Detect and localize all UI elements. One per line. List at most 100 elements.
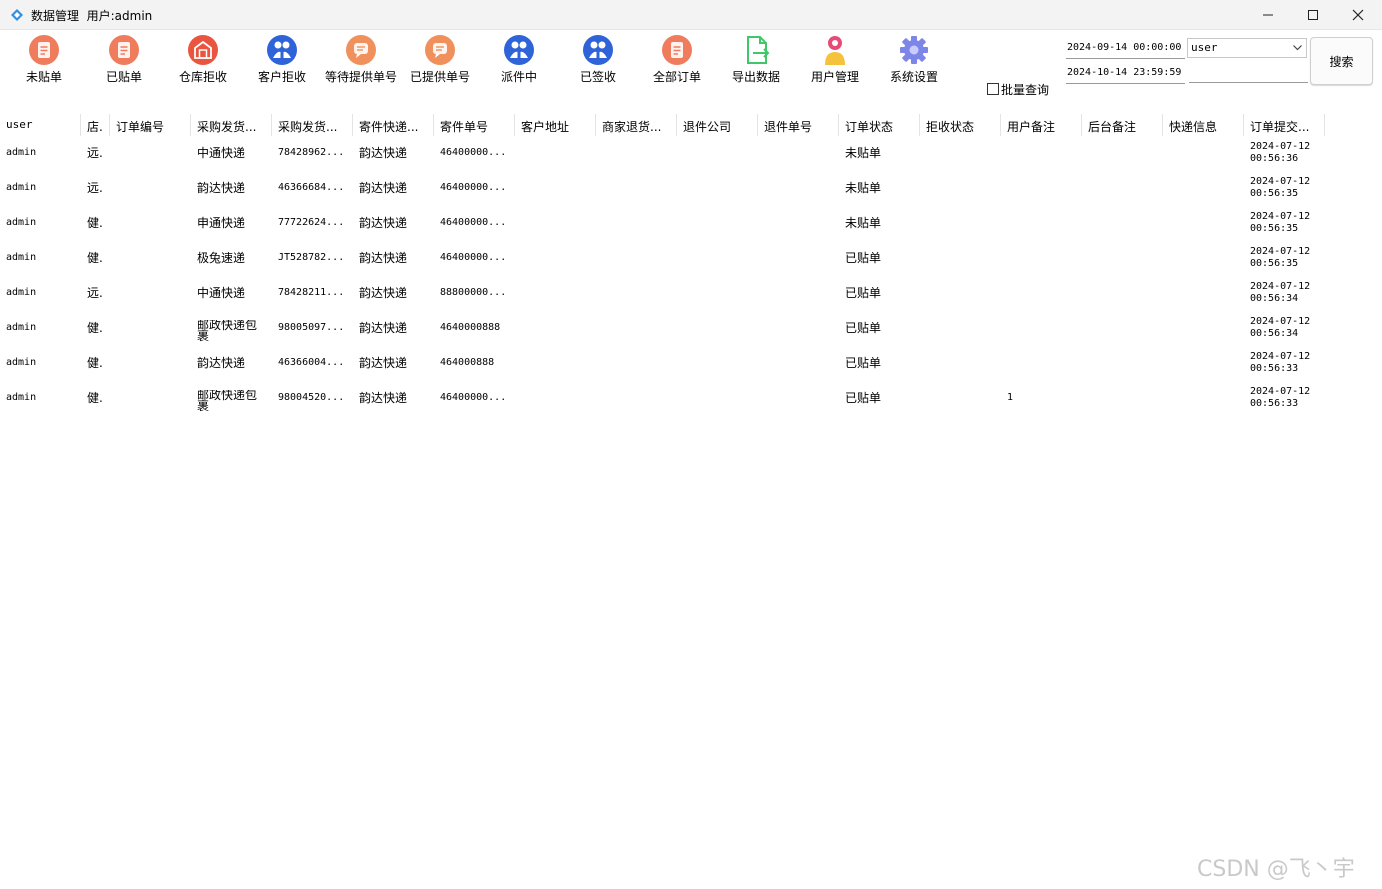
table-cell: 未贴单 (845, 146, 882, 160)
column-header[interactable]: 商家退货... (596, 114, 677, 136)
table-cell: 46400000... (440, 252, 507, 263)
toolbar-label: 导出数据 (731, 70, 780, 84)
awaiting-tracking-button[interactable]: 等待提供单号 (321, 34, 401, 86)
table-cell: 健. (87, 321, 103, 335)
column-header[interactable]: 订单编号 (110, 114, 191, 136)
column-header[interactable]: 采购发货... (191, 114, 272, 136)
table-row[interactable]: admin 健. 极兔速递 JT528782... 韵达快递 46400000... 已贴单… (0, 241, 1326, 276)
table-cell: 78428211... (278, 287, 345, 298)
table-cell: admin (6, 357, 37, 368)
column-header[interactable]: 订单状态 (839, 114, 920, 136)
all-orders-button[interactable]: 全部订单 (637, 34, 717, 86)
toolbar-label: 派件中 (500, 70, 537, 84)
export-file-icon (747, 36, 770, 64)
column-header[interactable]: 退件单号 (758, 114, 839, 136)
table-row[interactable]: admin 健. 韵达快递 46366004... 韵达快递 464000888 已贴单 20… (0, 346, 1326, 381)
table-row[interactable]: admin 远. 中通快递 78428962... 韵达快递 46400000... 未贴单… (0, 136, 1326, 171)
maximize-button[interactable] (1290, 0, 1336, 30)
table-cell: 未贴单 (845, 181, 882, 195)
batch-query-label: 批量查询 (1001, 82, 1050, 97)
table-cell: 韵达快递 (359, 391, 408, 405)
chat-bubble-icon (346, 35, 376, 65)
table-row[interactable]: admin 远. 韵达快递 46366684... 韵达快递 46400000... 未贴单… (0, 171, 1326, 206)
watermark: CSDN @飞丶宇 (1197, 857, 1355, 882)
table-cell: 中通快递 (197, 286, 246, 300)
column-header[interactable]: 订单提交... (1244, 114, 1325, 136)
table-row[interactable]: admin 健. 申通快递 77722624... 韵达快递 46400000... 未贴单… (0, 206, 1326, 241)
table-cell: 2024-07-12 00:56:33 (1250, 351, 1311, 374)
user-select[interactable]: user (1187, 38, 1307, 58)
table-cell: 邮政快递包裹 (197, 320, 258, 342)
table-cell: 88800000... (440, 287, 507, 298)
toolbar-label: 客户拒收 (257, 70, 306, 84)
column-header[interactable]: 后台备注 (1082, 114, 1163, 136)
table-cell: admin (6, 182, 37, 193)
table-row[interactable]: admin 健. 邮政快递包裹 98005097... 韵达快递 4640000888 已贴… (0, 311, 1326, 346)
toolbar-label: 仓库拒收 (178, 70, 227, 84)
table-cell: admin (6, 252, 37, 263)
table-cell: 已贴单 (845, 286, 882, 300)
column-header[interactable]: 寄件快递... (353, 114, 434, 136)
end-date-picker[interactable]: 2024-10-14 23:59:59 (1066, 63, 1185, 84)
system-settings-button[interactable]: 系统设置 (874, 34, 954, 86)
checkbox-box[interactable] (987, 83, 999, 95)
tracking-provided-button[interactable]: 已提供单号 (400, 34, 480, 86)
table-cell: 77722624... (278, 217, 345, 228)
table-cell: 未贴单 (845, 216, 882, 230)
column-header[interactable]: 寄件单号 (434, 114, 515, 136)
table-cell: 已贴单 (845, 391, 882, 405)
table-cell: 健. (87, 356, 103, 370)
table-cell: 韵达快递 (359, 356, 408, 370)
table-cell: 98005097... (278, 322, 345, 333)
column-header[interactable]: 快递信息 (1163, 114, 1244, 136)
table-cell: 46400000... (440, 217, 507, 228)
export-data-button[interactable]: 导出数据 (716, 34, 796, 86)
table-cell: 1 (1007, 392, 1014, 403)
start-date-picker[interactable]: 2024-09-14 00:00:00 (1066, 38, 1185, 59)
table-row[interactable]: admin 远. 中通快递 78428211... 韵达快递 88800000... 已贴单… (0, 276, 1326, 311)
toolbar-label: 等待提供单号 (324, 70, 397, 84)
table-cell: 2024-07-12 00:56:34 (1250, 281, 1311, 304)
table-row[interactable]: admin 健. 邮政快递包裹 98004520... 韵达快递 46400000... 已… (0, 381, 1326, 416)
table-cell: 2024-07-12 00:56:35 (1250, 246, 1311, 269)
signed-button[interactable]: 已签收 (558, 34, 638, 86)
table-cell: 韵达快递 (197, 181, 246, 195)
column-header[interactable]: 店. (81, 114, 110, 136)
table-cell: 韵达快递 (359, 146, 408, 160)
user-management-button[interactable]: 用户管理 (795, 34, 875, 86)
toolbar-label: 已贴单 (105, 70, 142, 84)
search-button[interactable]: 搜索 (1310, 37, 1373, 85)
table-cell: 邮政快递包裹 (197, 390, 258, 412)
table-cell: 已贴单 (845, 251, 882, 265)
table-cell: 中通快递 (197, 146, 246, 160)
in-delivery-button[interactable]: 派件中 (479, 34, 559, 86)
table-cell: 78428962... (278, 147, 345, 158)
window-title: 数据管理 用户:admin (31, 9, 153, 23)
column-header[interactable]: 拒收状态 (920, 114, 1001, 136)
table-cell: 2024-07-12 00:56:35 (1250, 176, 1311, 199)
customer-reject-button[interactable]: 客户拒收 (242, 34, 322, 86)
maximize-icon (1308, 10, 1318, 20)
labeled-orders-button[interactable]: 已贴单 (84, 34, 164, 86)
unlabeled-orders-button[interactable]: 未贴单 (4, 34, 84, 86)
table-cell: 健. (87, 391, 103, 405)
minimize-icon (1263, 14, 1273, 16)
table-cell: 2024-07-12 00:56:34 (1250, 316, 1311, 339)
search-input[interactable] (1189, 62, 1308, 83)
column-header[interactable]: user (0, 114, 81, 136)
toolbar-label: 已提供单号 (409, 70, 470, 84)
column-header[interactable]: 采购发货... (272, 114, 353, 136)
batch-query-checkbox[interactable]: 批量查询 (987, 81, 1049, 97)
column-header[interactable]: 退件公司 (677, 114, 758, 136)
table-cell: 远. (87, 146, 103, 160)
warehouse-reject-button[interactable]: 仓库拒收 (163, 34, 243, 86)
minimize-button[interactable] (1245, 0, 1291, 30)
column-header[interactable]: 客户地址 (515, 114, 596, 136)
table-cell: 健. (87, 216, 103, 230)
column-header[interactable]: 用户备注 (1001, 114, 1082, 136)
table-cell: 韵达快递 (359, 321, 408, 335)
table-cell: admin (6, 287, 37, 298)
chevron-down-icon (1293, 45, 1302, 51)
gear-icon (900, 36, 928, 64)
close-button[interactable] (1335, 0, 1381, 30)
